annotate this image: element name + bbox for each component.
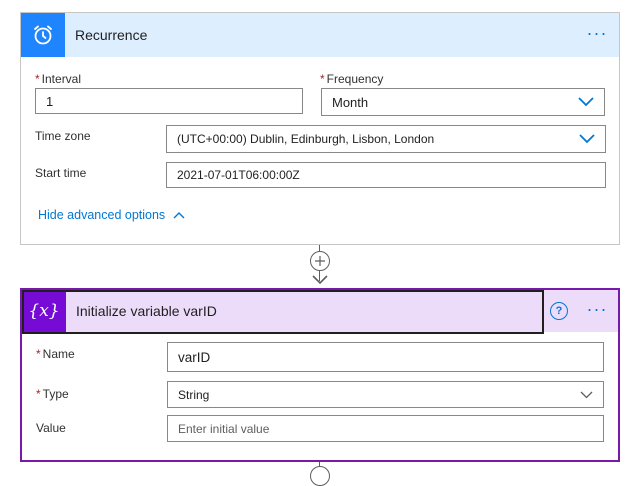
frequency-label: * Frequency [320,72,384,86]
interval-input[interactable]: 1 [35,88,303,114]
insert-step-button[interactable] [310,251,330,271]
hide-advanced-options-link[interactable]: Hide advanced options [38,208,185,222]
required-marker: * [320,72,325,86]
selected-title-outline [22,290,544,334]
arrow-down-icon [312,275,328,285]
recurrence-title: Recurrence [75,27,148,43]
required-marker: * [35,72,40,86]
alarm-clock-icon [21,13,65,57]
name-label: * Name [36,347,75,361]
start-time-label: Start time [35,166,87,180]
chevron-up-icon [173,212,185,219]
recurrence-card-header[interactable]: Recurrence ··· [21,13,619,57]
chevron-down-icon [578,97,594,107]
value-label: Value [36,421,66,435]
frequency-select[interactable]: Month [321,88,605,116]
insert-step-button[interactable] [310,466,330,486]
help-button[interactable]: ? [550,302,568,320]
required-marker: * [36,387,41,401]
recurrence-card: Recurrence ··· * Interval 1 * Frequency Mo… [20,12,620,245]
time-zone-select[interactable]: (UTC+00:00) Dublin, Edinburgh, Lisbon, L… [166,125,606,153]
variable-value-input[interactable]: Enter initial value [167,415,604,442]
type-label: * Type [36,387,69,401]
variable-type-select[interactable]: String [167,381,604,408]
more-options-button[interactable]: ··· [583,24,611,45]
chevron-down-icon [579,134,595,144]
required-marker: * [36,347,41,361]
more-options-button[interactable]: ··· [583,300,611,321]
interval-label: * Interval [35,72,82,86]
chevron-down-icon [580,391,593,398]
plus-icon [315,256,325,266]
initialize-variable-card: {x} Initialize variable varID ? ··· * Nam… [20,288,620,462]
variable-name-input[interactable]: varID [167,342,604,372]
start-time-input[interactable]: 2021-07-01T06:00:00Z [166,162,606,188]
time-zone-label: Time zone [35,129,91,143]
